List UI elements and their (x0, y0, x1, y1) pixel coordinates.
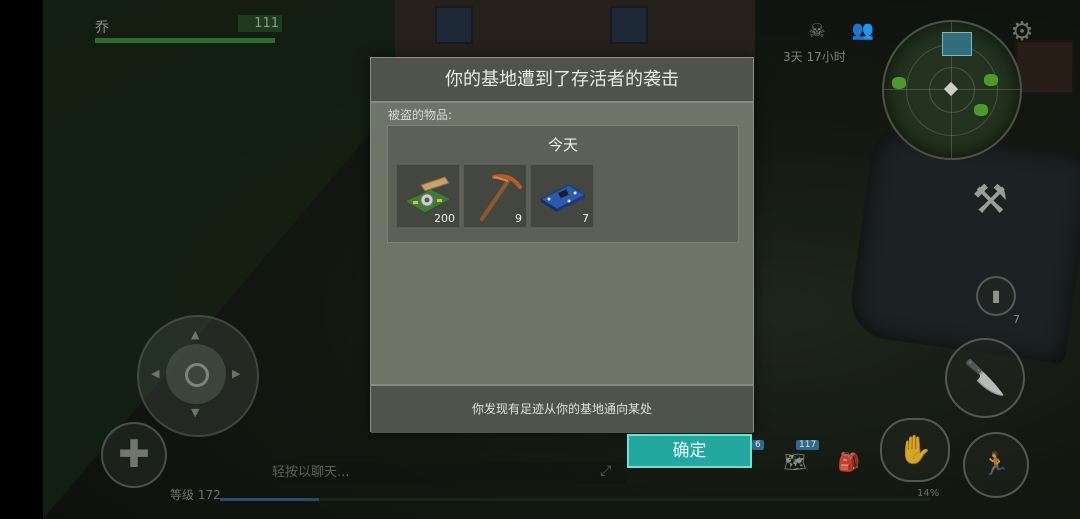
day-label: 今天 (547, 136, 578, 154)
level-label: 等级 172 (170, 488, 221, 502)
stack-badge: 6 (752, 440, 764, 450)
item-slot[interactable]: 200 (396, 164, 460, 228)
health-fill (95, 38, 275, 43)
player-name: 乔 (95, 20, 109, 36)
pickaxe-icon (480, 174, 522, 221)
minimap-base-marker (942, 32, 972, 56)
inventory-badge: 117 (796, 440, 820, 450)
minimap-tree (984, 74, 998, 86)
dialog-title: 你的基地遭到了存活者的袭击 (445, 69, 679, 90)
skull-icon[interactable]: ☠ (806, 20, 828, 42)
time-remaining: 3天 17小时 (783, 50, 846, 64)
item-count: 200 (434, 212, 455, 225)
consumable-count: 7 (1013, 313, 1020, 326)
arrow-up-icon: ▲ (191, 328, 200, 341)
backpack-icon[interactable]: 🎒 (832, 446, 866, 480)
arrow-left-icon: ◀ (151, 367, 160, 380)
hammer-icon[interactable]: ⚒ (962, 172, 1018, 228)
arrow-down-icon: ▼ (191, 406, 200, 419)
item-count: 7 (582, 212, 589, 225)
consumable-slot[interactable]: ▮ (976, 276, 1016, 316)
dialog-header: 你的基地遭到了存活者的袭击 (371, 58, 753, 103)
expand-icon[interactable]: ⤢ (600, 463, 611, 479)
stolen-items-panel: 今天 200 9 7 (387, 125, 739, 243)
confirm-button[interactable]: 确定 (627, 434, 752, 468)
joystick-center (185, 363, 209, 387)
raid-report-dialog: 你的基地遭到了存活者的袭击 被盗的物品: 今天 200 9 7 你发现有足迹从你… (370, 57, 754, 433)
footprints-message: 你发现有足迹从你的基地通向某处 (471, 402, 652, 416)
item-slot[interactable]: 7 (530, 164, 594, 228)
item-count: 9 (515, 212, 522, 225)
health-bar (95, 38, 275, 43)
chat-input[interactable]: 轻按以聊天... (266, 462, 626, 484)
sneak-icon[interactable]: 🏃 (963, 432, 1029, 498)
heal-icon[interactable]: ✚ (101, 422, 167, 488)
game-scene: 乔 111 ☠ 👥 3天 17小时 ⚙ ⚒ ▮ 7 🔪 ✋ 🏃 🎒 🗺 117 … (0, 0, 1080, 519)
item-slot[interactable]: 9 (463, 164, 527, 228)
xp-percent: 14% (917, 488, 940, 499)
minimap-tree (892, 77, 906, 89)
microchip-icon (539, 184, 587, 212)
minimap-tree (974, 104, 988, 116)
minimap[interactable] (882, 20, 1022, 160)
attack-button[interactable]: 🔪 (945, 338, 1025, 418)
hand-icon[interactable]: ✋ (880, 418, 950, 482)
stolen-items-label: 被盗的物品: (388, 108, 453, 122)
arrow-right-icon: ▶ (232, 367, 241, 380)
people-icon[interactable]: 👥 (850, 20, 876, 42)
gear-icon[interactable]: ⚙ (1008, 18, 1036, 46)
xp-fill (220, 498, 320, 501)
dialog-footer: 你发现有足迹从你的基地通向某处 (371, 384, 753, 433)
health-value: 111 (238, 15, 282, 32)
map-icon[interactable]: 🗺 (778, 448, 812, 478)
xp-bar (220, 498, 930, 501)
